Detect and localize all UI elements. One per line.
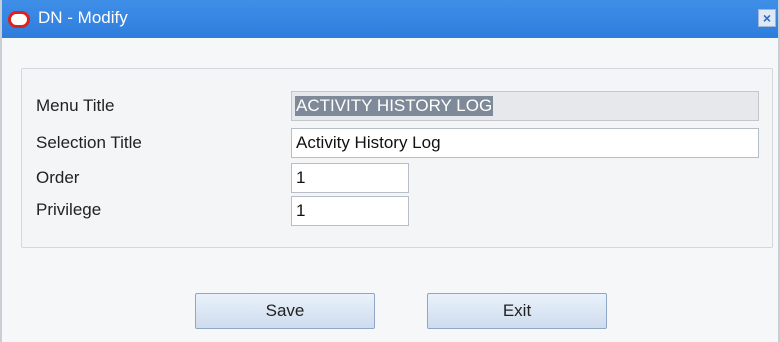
close-icon[interactable]: × [758, 9, 776, 27]
menu-title-field: ACTIVITY HISTORY LOG [291, 91, 759, 121]
selection-title-field[interactable] [291, 128, 759, 158]
selection-title-label: Selection Title [36, 133, 142, 152]
order-field[interactable] [291, 163, 409, 193]
privilege-field[interactable] [291, 196, 409, 226]
dialog-window: DN - Modify × Menu Title ACTIVITY HISTOR… [0, 0, 780, 342]
save-button[interactable]: Save [195, 293, 375, 329]
form-panel: Menu Title ACTIVITY HISTORY LOG Selectio… [21, 68, 773, 248]
exit-button[interactable]: Exit [427, 293, 607, 329]
order-label: Order [36, 168, 80, 187]
menu-title-label: Menu Title [36, 96, 115, 115]
window-title: DN - Modify [38, 8, 128, 27]
title-bar[interactable]: DN - Modify × [2, 0, 778, 38]
oracle-logo-icon [8, 11, 30, 28]
menu-title-value: ACTIVITY HISTORY LOG [295, 96, 494, 116]
privilege-label: Privilege [36, 200, 102, 219]
